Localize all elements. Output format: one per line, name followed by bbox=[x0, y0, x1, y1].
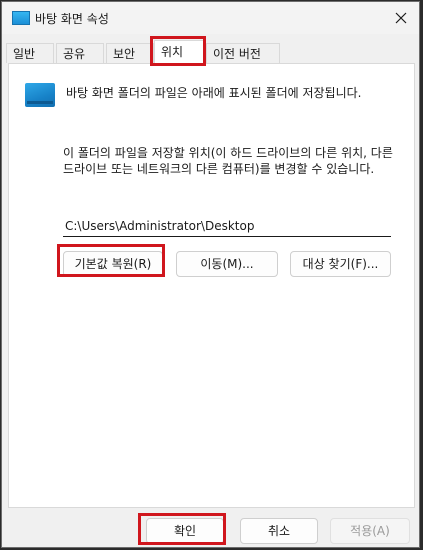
apply-button[interactable]: 적용(A) bbox=[330, 518, 410, 544]
close-button[interactable] bbox=[389, 6, 413, 30]
folder-description: 바탕 화면 폴더의 파일은 아래에 표시된 폴더에 저장됩니다. bbox=[66, 86, 362, 100]
tab-security[interactable]: 보안 bbox=[106, 43, 154, 63]
title-bar[interactable]: 바탕 화면 속성 bbox=[2, 2, 419, 34]
tab-bar: 일반 공유 보안 위치 이전 버전 bbox=[2, 40, 419, 64]
find-target-button[interactable]: 대상 찾기(F)... bbox=[290, 251, 391, 277]
move-button[interactable]: 이동(M)... bbox=[176, 251, 278, 277]
cancel-button[interactable]: 취소 bbox=[240, 518, 318, 544]
tab-location[interactable]: 위치 bbox=[154, 40, 204, 64]
restore-default-button[interactable]: 기본값 복원(R) bbox=[63, 251, 163, 277]
location-instruction: 이 폴더의 파일을 저장할 위치(이 하드 드라이브의 다른 위치, 다른 드라… bbox=[63, 146, 393, 176]
desktop-folder-icon bbox=[25, 83, 55, 107]
tab-previous-versions[interactable]: 이전 버전 bbox=[206, 43, 280, 63]
window-title: 바탕 화면 속성 bbox=[35, 12, 109, 26]
ok-button[interactable]: 확인 bbox=[146, 518, 224, 544]
folder-path-input[interactable] bbox=[63, 215, 391, 237]
location-panel: 바탕 화면 폴더의 파일은 아래에 표시된 폴더에 저장됩니다. 이 폴더의 파… bbox=[8, 63, 415, 508]
properties-dialog: 바탕 화면 속성 일반 공유 보안 위치 이전 버전 바탕 화면 폴더의 파일은… bbox=[1, 1, 420, 548]
tab-sharing[interactable]: 공유 bbox=[56, 43, 104, 63]
close-icon bbox=[395, 12, 407, 24]
tab-general[interactable]: 일반 bbox=[6, 43, 54, 63]
folder-icon bbox=[12, 11, 30, 25]
